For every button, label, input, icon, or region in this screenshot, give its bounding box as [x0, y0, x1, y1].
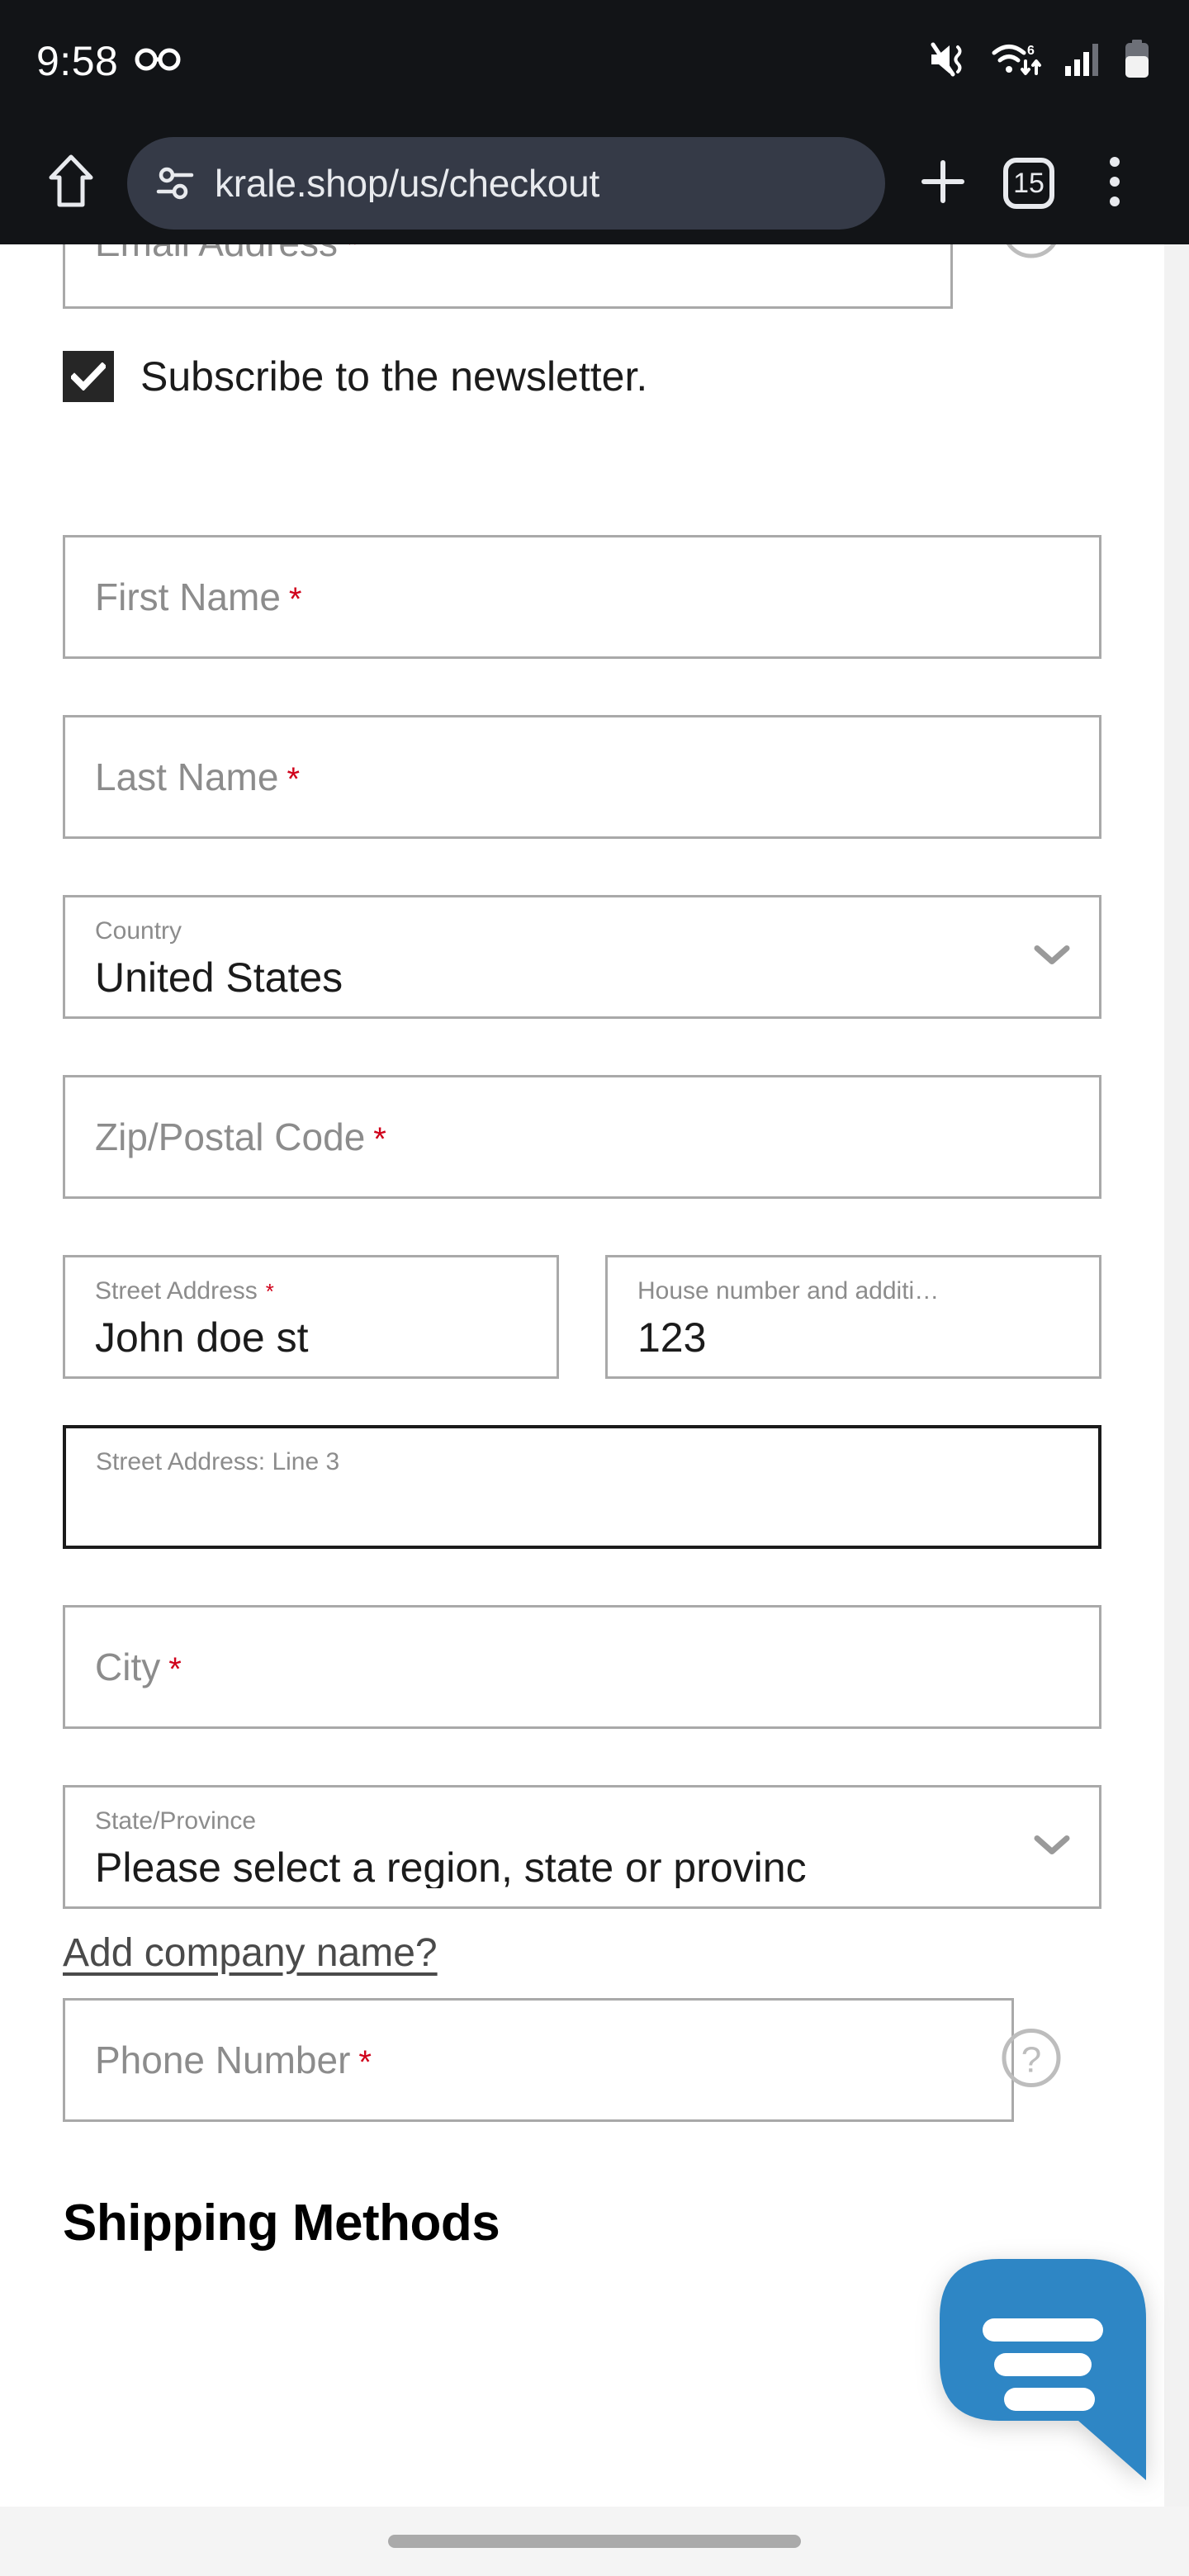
status-bar-left: 9:58 — [36, 40, 181, 82]
required-asterisk: * — [265, 1279, 274, 1304]
required-asterisk: * — [288, 581, 302, 618]
country-value: United States — [95, 957, 343, 998]
country-select[interactable]: Country United States — [63, 895, 1101, 1019]
street-address-value: John doe st — [95, 1317, 309, 1358]
zip-field[interactable]: Zip/Postal Code * — [63, 1075, 1101, 1199]
site-permissions-icon[interactable] — [155, 163, 197, 204]
house-number-value: 123 — [637, 1317, 707, 1358]
email-field[interactable]: Email Address* — [63, 244, 953, 309]
phone-field[interactable]: Phone Number * — [63, 1998, 1014, 2122]
chevron-down-icon — [1033, 1834, 1071, 1861]
gesture-nav-pill[interactable] — [388, 2535, 801, 2548]
checkout-form: Email Address* ? Subscribe to th — [0, 244, 1164, 2249]
home-button[interactable] — [31, 144, 111, 223]
street-row: Street Address * John doe st House number… — [63, 1255, 1101, 1379]
svg-text:6: 6 — [1027, 44, 1035, 58]
svg-text:?: ? — [1021, 244, 1041, 251]
phone-screen: 9:58 6 krale.shop/us/checkout 15 * Subsc… — [0, 0, 1189, 2576]
help-circle-icon[interactable]: ? — [999, 2026, 1063, 2095]
check-icon — [71, 362, 106, 391]
newsletter-checkbox-row[interactable]: Subscribe to the newsletter. — [63, 343, 1101, 410]
phone-placeholder: Phone Number * — [95, 2039, 372, 2081]
status-bar: 9:58 6 — [0, 0, 1189, 122]
home-icon — [47, 153, 95, 215]
city-placeholder: City * — [95, 1646, 182, 1688]
status-bar-right: 6 — [928, 39, 1151, 83]
wifi-6-data-icon: 6 — [991, 40, 1045, 83]
zip-placeholder: Zip/Postal Code * — [95, 1115, 386, 1158]
url-bar[interactable]: krale.shop/us/checkout — [127, 137, 885, 230]
last-name-placeholder: Last Name * — [95, 755, 301, 798]
help-circle-icon[interactable]: ? — [999, 244, 1063, 265]
more-vertical-icon — [1105, 154, 1125, 214]
company-link-row: Add company name? — [63, 1909, 1101, 1998]
newsletter-checkbox[interactable] — [63, 351, 114, 402]
volume-muted-vibrate-icon — [928, 40, 973, 83]
email-placeholder: Email Address* — [95, 244, 359, 262]
plus-icon — [916, 154, 970, 213]
svg-text:?: ? — [1021, 2040, 1041, 2081]
add-company-name-link[interactable]: Add company name? — [63, 1934, 438, 1973]
last-name-field[interactable]: Last Name * — [63, 715, 1101, 839]
chevron-down-icon — [1033, 944, 1071, 971]
house-number-field[interactable]: House number and additi… 123 — [605, 1255, 1101, 1379]
tab-count-badge: 15 — [1003, 158, 1054, 209]
house-number-label: House number and additi… — [637, 1279, 940, 1304]
state-province-label: State/Province — [95, 1809, 257, 1834]
state-province-select[interactable]: State/Province Please select a region, s… — [63, 1785, 1101, 1909]
required-asterisk: * — [358, 2044, 372, 2081]
state-province-value: Please select a region, state or provinc — [95, 1847, 807, 1888]
glasses-icon — [135, 47, 181, 76]
first-name-placeholder: First Name * — [95, 575, 302, 618]
page-scrollbar-gutter[interactable] — [1164, 244, 1189, 2507]
browser-menu-button[interactable] — [1072, 140, 1158, 226]
street-line3-field[interactable]: Street Address: Line 3 — [63, 1425, 1101, 1549]
gesture-nav-bar — [0, 2507, 1189, 2576]
newsletter-label: Subscribe to the newsletter. — [140, 353, 648, 400]
battery-icon — [1123, 39, 1151, 83]
url-text: krale.shop/us/checkout — [215, 164, 600, 202]
street-address-field[interactable]: Street Address * John doe st — [63, 1255, 559, 1379]
street-line3-label: Street Address: Line 3 — [96, 1450, 340, 1475]
required-asterisk: * — [346, 244, 359, 263]
first-name-field[interactable]: First Name * — [63, 535, 1101, 659]
street-address-label: Street Address * — [95, 1279, 274, 1304]
tab-switcher-button[interactable]: 15 — [986, 140, 1072, 226]
required-asterisk: * — [168, 1651, 182, 1688]
email-row: Email Address* ? — [63, 244, 1101, 309]
cellular-signal-icon — [1063, 41, 1105, 82]
chat-widget-button[interactable] — [940, 2259, 1146, 2480]
required-asterisk: * — [373, 1121, 386, 1158]
new-tab-button[interactable] — [900, 140, 986, 226]
shipping-methods-heading: Shipping Methods — [63, 2195, 500, 2252]
chat-bubble-icon — [940, 2259, 1146, 2480]
page-viewport: Email Address* ? Subscribe to th — [0, 244, 1189, 2507]
browser-toolbar: krale.shop/us/checkout 15 — [0, 122, 1189, 244]
country-label: Country — [95, 919, 182, 944]
required-asterisk: * — [287, 761, 301, 798]
city-field[interactable]: City * — [63, 1605, 1101, 1729]
status-clock: 9:58 — [36, 38, 119, 84]
phone-row: Phone Number * ? — [63, 1998, 1101, 2122]
